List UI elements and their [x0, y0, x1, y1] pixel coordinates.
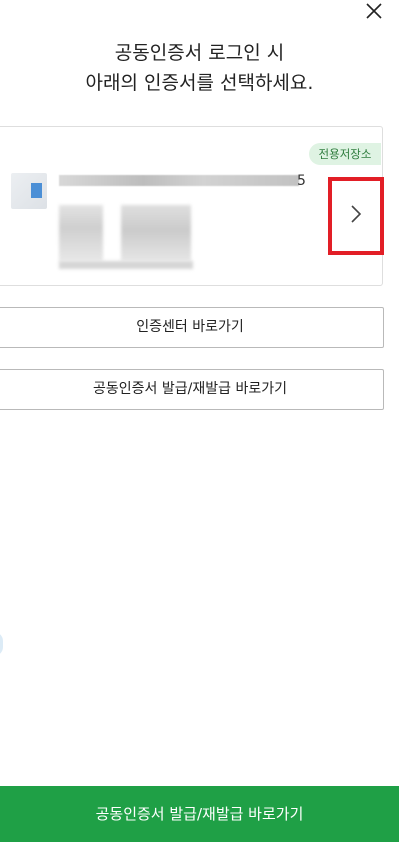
page-title: 공동인증서 로그인 시 아래의 인증서를 선택하세요. — [0, 38, 399, 98]
issue-reissue-button[interactable]: 공동인증서 발급/재발급 바로가기 — [0, 369, 384, 410]
select-certificate-button[interactable] — [328, 177, 384, 255]
chevron-right-icon — [349, 203, 363, 229]
certificate-name-tail: 5 — [297, 173, 306, 189]
close-icon — [365, 2, 383, 24]
certificate-detail-redacted — [121, 205, 191, 261]
certificate-info-redacted — [59, 205, 103, 261]
certificate-name-redacted — [59, 175, 299, 186]
certificate-expiry-redacted — [59, 261, 193, 269]
certificate-icon — [11, 173, 47, 209]
bottom-issue-reissue-button[interactable]: 공동인증서 발급/재발급 바로가기 — [0, 786, 399, 842]
cert-center-button[interactable]: 인증센터 바로가기 — [0, 307, 384, 348]
side-indicator — [0, 632, 3, 656]
title-line-2: 아래의 인증서를 선택하세요. — [85, 72, 314, 94]
close-button[interactable] — [361, 0, 387, 26]
storage-badge: 전용저장소 — [309, 143, 381, 165]
title-line-1: 공동인증서 로그인 시 — [114, 42, 285, 64]
certificate-card[interactable]: 전용저장소 5 — [0, 126, 384, 286]
